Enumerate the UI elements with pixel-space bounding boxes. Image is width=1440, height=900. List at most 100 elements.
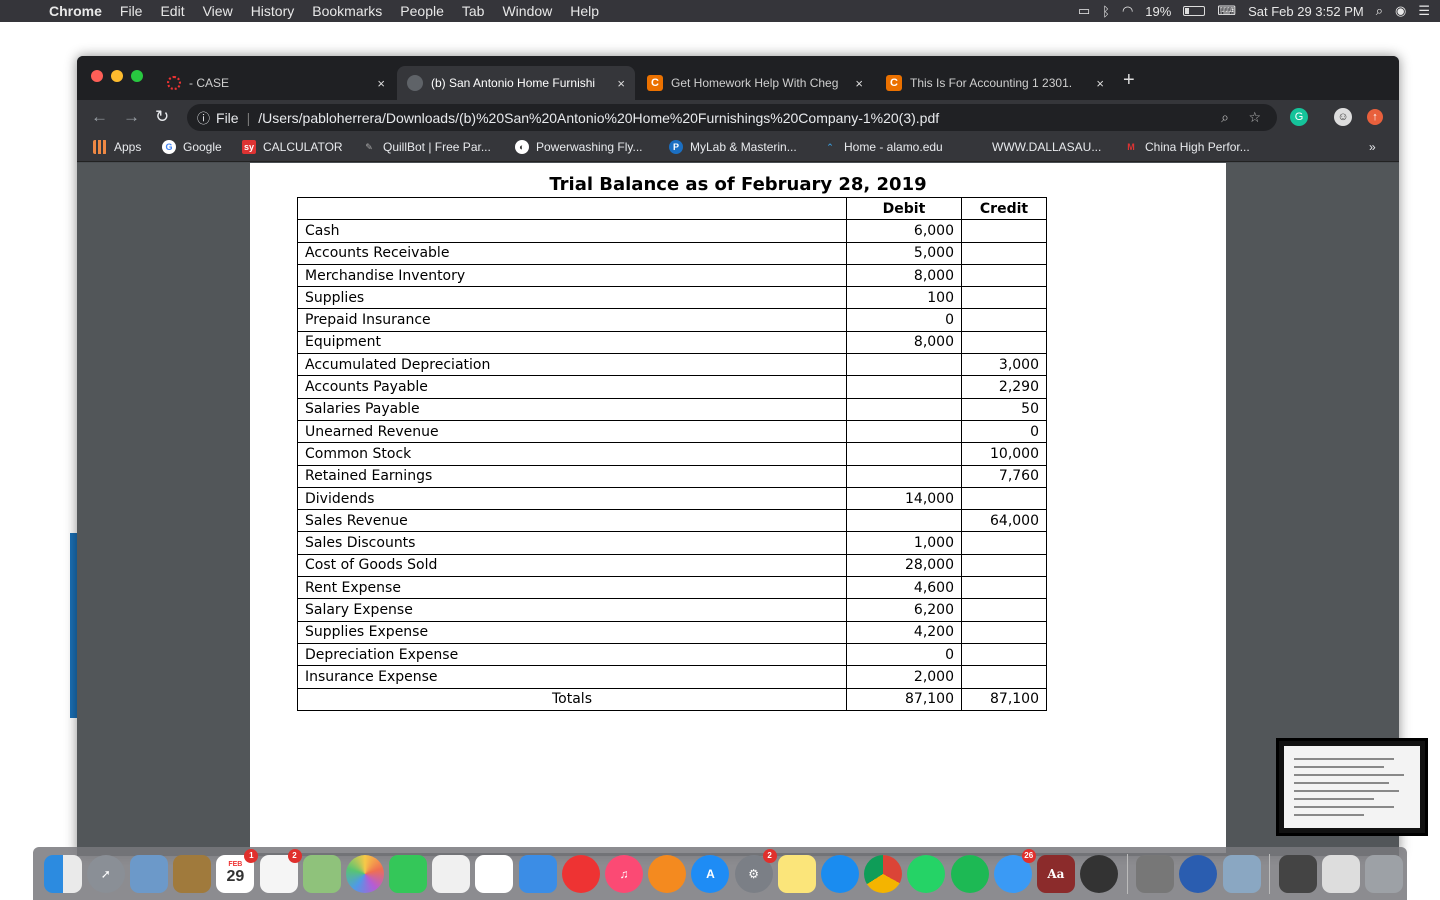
bookmark-apps[interactable]: Apps: [93, 140, 141, 154]
keynote-icon[interactable]: [518, 854, 557, 893]
bluetooth-icon[interactable]: ᛒ: [1102, 4, 1110, 19]
credit-header: Credit: [961, 196, 1047, 221]
menu-file[interactable]: File: [111, 3, 152, 19]
documents-stack-icon[interactable]: [1322, 854, 1361, 893]
menu-view[interactable]: View: [194, 3, 242, 19]
preview-icon[interactable]: [129, 854, 168, 893]
new-tab-button[interactable]: +: [1123, 70, 1135, 90]
chrome-icon[interactable]: [864, 854, 903, 893]
credit-cell: 3,000: [961, 353, 1047, 377]
window-minimize-button[interactable]: [111, 70, 123, 82]
spotlight-search-icon[interactable]: ⌕: [1376, 3, 1383, 19]
tab-close-icon[interactable]: ×: [617, 76, 625, 91]
account-cell: Accounts Payable: [297, 375, 847, 399]
address-bar[interactable]: ⓘ File | /Users/pabloherrera/Downloads/(…: [187, 104, 1277, 131]
siri-icon[interactable]: ◉: [1395, 3, 1406, 19]
menu-window[interactable]: Window: [493, 3, 561, 19]
airplay-icon[interactable]: ▭: [1078, 3, 1090, 19]
safari-icon[interactable]: [820, 854, 859, 893]
bookmark-alamo[interactable]: ⌃ Home - alamo.edu: [823, 140, 943, 154]
tab-pdf[interactable]: (b) San Antonio Home Furnishi ×: [397, 66, 635, 100]
app-store-icon[interactable]: A: [691, 854, 730, 893]
globe-icon: ◐: [515, 140, 529, 154]
finder-icon[interactable]: [43, 854, 82, 893]
news-icon[interactable]: [561, 854, 600, 893]
menu-help[interactable]: Help: [561, 3, 608, 19]
table-row: Depreciation Expense 0: [297, 642, 1047, 667]
bookmarks-overflow-button[interactable]: »: [1369, 140, 1376, 154]
notes-icon[interactable]: [777, 854, 816, 893]
siri-icon[interactable]: [1080, 854, 1119, 893]
messages-icon[interactable]: 26: [993, 848, 1036, 893]
system-preferences-icon[interactable]: ⚙ 2: [734, 848, 777, 893]
photos-icon[interactable]: [345, 854, 384, 893]
facetime-icon[interactable]: [389, 854, 428, 893]
menu-clock[interactable]: Sat Feb 29 3:52 PM: [1248, 4, 1364, 19]
contacts-icon[interactable]: [173, 854, 212, 893]
screenshot-thumbnail[interactable]: [1276, 738, 1428, 836]
update-icon[interactable]: ↑: [1367, 109, 1383, 125]
downloads-stack-icon[interactable]: [1278, 854, 1317, 893]
tab-close-icon[interactable]: ×: [1096, 76, 1104, 91]
dictionary-icon[interactable]: Aa: [1036, 854, 1075, 893]
menu-bookmarks[interactable]: Bookmarks: [303, 3, 391, 19]
info-icon[interactable]: ⓘ: [197, 108, 210, 127]
credit-cell: [961, 665, 1047, 689]
trash-icon[interactable]: [1365, 854, 1404, 893]
zoom-icon[interactable]: ⌕: [1221, 109, 1229, 126]
textedit-icon[interactable]: [432, 854, 471, 893]
back-arrow-icon[interactable]: ←: [91, 107, 108, 127]
music-icon[interactable]: ♫: [605, 854, 644, 893]
calendar-icon[interactable]: FEB 29 1: [216, 848, 259, 893]
launchpad-icon[interactable]: ➚: [86, 854, 125, 893]
account-cell: Cash: [297, 219, 847, 243]
bookmark-label: Google: [183, 140, 222, 154]
grammarly-icon[interactable]: G: [1290, 108, 1308, 126]
menu-edit[interactable]: Edit: [151, 3, 193, 19]
tab-close-icon[interactable]: ×: [855, 76, 863, 91]
bookmark-google[interactable]: G Google: [162, 140, 222, 154]
tab-chegg[interactable]: C Get Homework Help With Cheg ×: [637, 66, 873, 100]
spotify-icon[interactable]: [950, 854, 989, 893]
bookmark-mylab[interactable]: P MyLab & Masterin...: [669, 140, 797, 154]
quicktime-icon[interactable]: [1179, 854, 1218, 893]
menu-app-name[interactable]: Chrome: [40, 3, 111, 19]
menu-tab[interactable]: Tab: [453, 3, 494, 19]
tab-close-icon[interactable]: ×: [377, 76, 385, 91]
notification-center-icon[interactable]: ☰: [1418, 3, 1430, 19]
bookmark-quillbot[interactable]: ✎ QuillBot | Free Par...: [362, 140, 491, 154]
window-close-button[interactable]: [91, 70, 103, 82]
calculator-icon[interactable]: [1136, 854, 1175, 893]
menu-history[interactable]: History: [242, 3, 304, 19]
debit-cell: 8,000: [846, 330, 962, 355]
bookmark-star-icon[interactable]: ☆: [1248, 109, 1261, 126]
profile-avatar-icon[interactable]: ☺: [1334, 108, 1352, 126]
dock-separator: [1126, 853, 1128, 894]
bookmark-dallas[interactable]: WWW.DALLASAU...: [992, 140, 1101, 154]
image-capture-icon[interactable]: [1222, 854, 1261, 893]
account-cell: Common Stock: [297, 442, 847, 466]
bookmark-calculator[interactable]: sy CALCULATOR: [242, 140, 343, 154]
account-cell: Accounts Receivable: [297, 241, 847, 265]
menu-people[interactable]: People: [391, 3, 453, 19]
wifi-icon[interactable]: ◠: [1122, 3, 1133, 19]
bookmark-china-high[interactable]: M China High Perfor...: [1124, 140, 1249, 154]
google-icon: G: [162, 140, 176, 154]
tab-chegg-accounting[interactable]: C This Is For Accounting 1 2301. ×: [876, 66, 1114, 100]
bookmark-powerwashing[interactable]: ◐ Powerwashing Fly...: [515, 140, 642, 154]
battery-icon[interactable]: [1183, 6, 1206, 16]
reload-icon[interactable]: ↻: [155, 107, 169, 127]
window-zoom-button[interactable]: [131, 70, 143, 82]
pdf-viewer[interactable]: Trial Balance as of February 28, 2019 De…: [77, 163, 1399, 856]
numbers-icon[interactable]: [475, 854, 514, 893]
books-icon[interactable]: [648, 854, 687, 893]
maps-icon[interactable]: [302, 854, 341, 893]
credit-cell: [961, 576, 1047, 600]
reminders-icon[interactable]: 2: [259, 848, 302, 893]
whatsapp-icon[interactable]: [907, 854, 946, 893]
debit-cell: 6,200: [846, 598, 962, 622]
debit-cell: [846, 509, 962, 533]
input-source-icon[interactable]: ⌨: [1217, 3, 1236, 19]
tab-case[interactable]: - CASE ×: [157, 66, 395, 100]
forward-arrow-icon[interactable]: →: [123, 107, 140, 127]
